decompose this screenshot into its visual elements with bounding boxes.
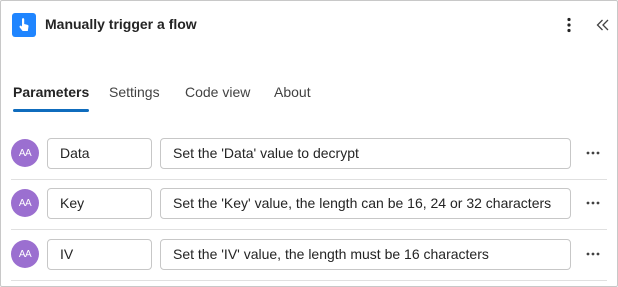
text-type-icon: AA <box>11 240 39 268</box>
hand-touch-icon <box>12 13 36 37</box>
trigger-panel: Manually trigger a flow Parameters Setti… <box>0 0 618 287</box>
row-more-icon[interactable] <box>582 244 604 264</box>
panel-header: Manually trigger a flow <box>1 1 617 49</box>
more-options-icon[interactable] <box>559 14 579 36</box>
row-divider <box>11 280 607 281</box>
text-type-icon: AA <box>11 189 39 217</box>
parameter-row: AA Data Set the 'Data' value to decrypt <box>1 130 617 180</box>
parameter-row: AA IV Set the 'IV' value, the length mus… <box>1 231 617 281</box>
tab-parameters[interactable]: Parameters <box>13 84 90 112</box>
panel-title: Manually trigger a flow <box>45 16 197 32</box>
parameter-description-field[interactable]: Set the 'Data' value to decrypt <box>160 138 571 169</box>
collapse-panel-icon[interactable] <box>593 14 613 36</box>
row-more-icon[interactable] <box>582 193 604 213</box>
parameter-row: AA Key Set the 'Key' value, the length c… <box>1 180 617 230</box>
tab-code-view[interactable]: Code view <box>185 84 250 112</box>
parameter-name-field[interactable]: Key <box>47 188 152 219</box>
row-divider <box>11 229 607 230</box>
tab-about[interactable]: About <box>274 84 311 112</box>
parameter-name-field[interactable]: Data <box>47 138 152 169</box>
text-type-icon: AA <box>11 139 39 167</box>
parameter-description-field[interactable]: Set the 'Key' value, the length can be 1… <box>160 188 571 219</box>
parameter-name-field[interactable]: IV <box>47 239 152 270</box>
row-more-icon[interactable] <box>582 143 604 163</box>
parameter-description-field[interactable]: Set the 'IV' value, the length must be 1… <box>160 239 571 270</box>
tab-list: Parameters Settings Code view About <box>1 79 617 115</box>
tab-settings[interactable]: Settings <box>109 84 160 112</box>
